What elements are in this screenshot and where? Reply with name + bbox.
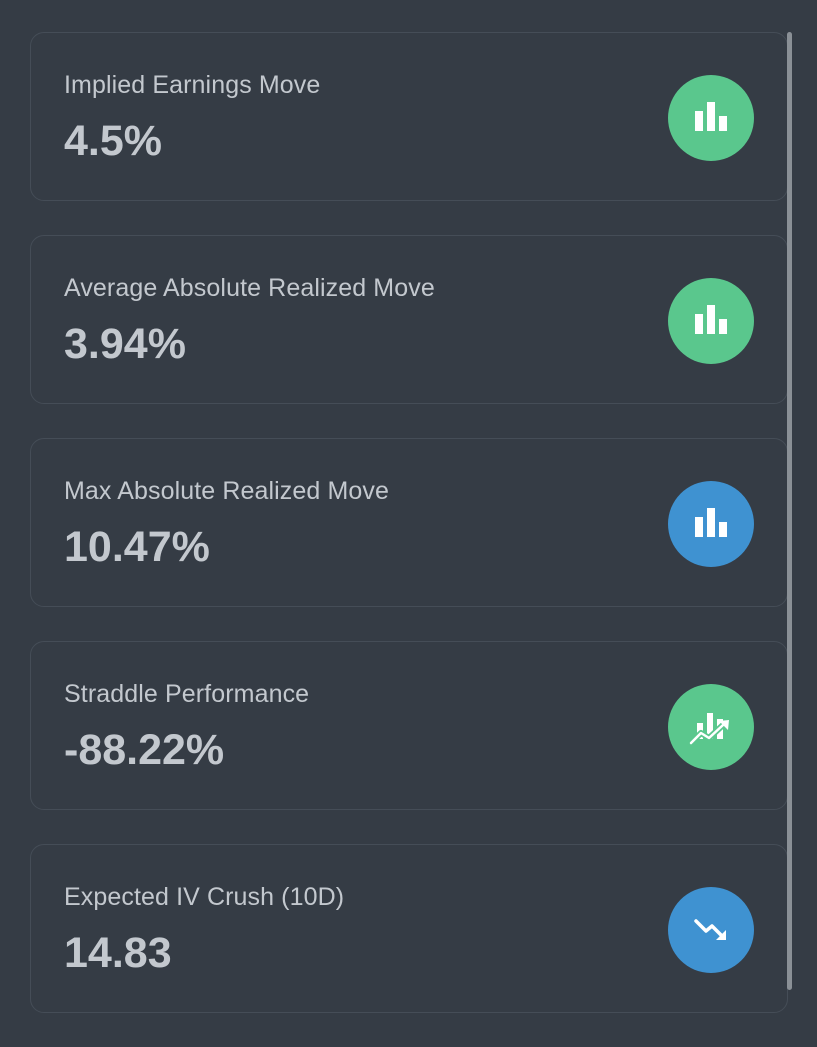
stat-value: 3.94% bbox=[64, 320, 186, 368]
stat-value: 4.5% bbox=[64, 117, 163, 165]
scrollbar-thumb[interactable] bbox=[787, 32, 792, 990]
bar-chart-icon bbox=[668, 481, 754, 567]
stat-label: Expected IV Crush (10D) bbox=[64, 883, 345, 911]
stat-value: 10.47% bbox=[64, 523, 210, 571]
stat-label: Straddle Performance bbox=[64, 680, 310, 708]
stat-label: Implied Earnings Move bbox=[64, 71, 321, 99]
stat-card-implied-earnings-move: Implied Earnings Move 4.5% bbox=[30, 32, 788, 201]
bar-chart-icon bbox=[668, 278, 754, 364]
stat-label: Average Absolute Realized Move bbox=[64, 274, 435, 302]
trend-down-icon bbox=[668, 887, 754, 973]
chart-line-icon bbox=[668, 684, 754, 770]
stat-card-average-absolute-realized-move: Average Absolute Realized Move 3.94% bbox=[30, 235, 788, 404]
stat-value: -88.22% bbox=[64, 726, 225, 774]
stat-card-max-absolute-realized-move: Max Absolute Realized Move 10.47% bbox=[30, 438, 788, 607]
bar-chart-icon bbox=[668, 75, 754, 161]
stat-card-list: Implied Earnings Move 4.5% Average Absol… bbox=[30, 32, 788, 1047]
stat-card-expected-iv-crush: Expected IV Crush (10D) 14.83 bbox=[30, 844, 788, 1013]
stat-card-straddle-performance: Straddle Performance -88.22% bbox=[30, 641, 788, 810]
stat-label: Max Absolute Realized Move bbox=[64, 477, 389, 505]
stat-value: 14.83 bbox=[64, 929, 172, 977]
